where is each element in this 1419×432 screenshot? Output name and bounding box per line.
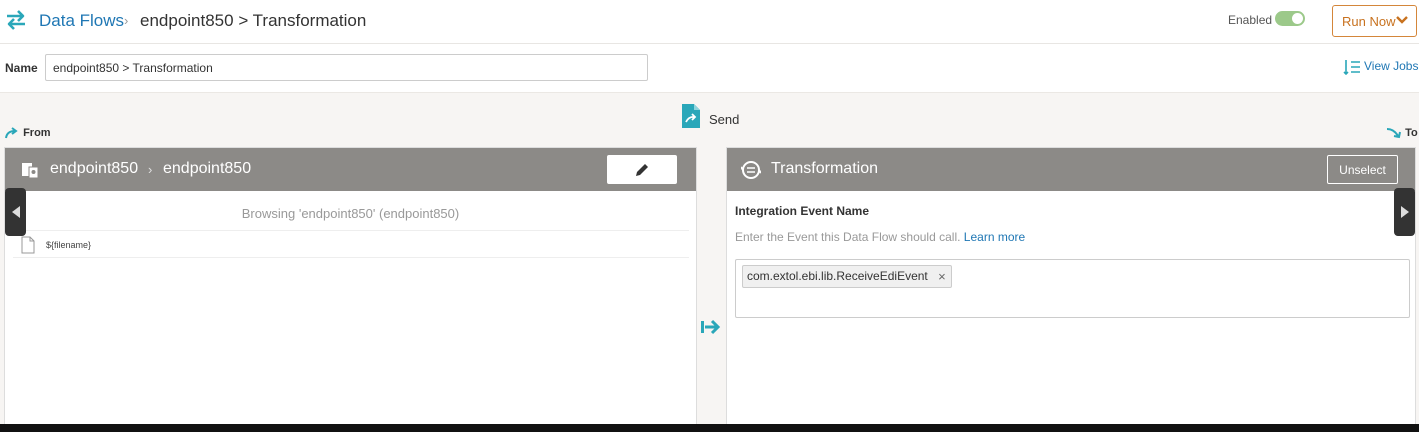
help-text: Enter the Event this Data Flow should ca… — [735, 230, 961, 244]
send-document-icon — [682, 104, 700, 128]
triangle-left-icon — [12, 206, 20, 218]
pencil-icon — [636, 164, 648, 176]
run-now-button[interactable]: Run Now — [1332, 5, 1417, 37]
learn-more-link[interactable]: Learn more — [964, 230, 1025, 244]
integration-event-help: Enter the Event this Data Flow should ca… — [735, 230, 1025, 244]
transformation-icon — [741, 161, 761, 179]
endpoint-server-icon — [22, 163, 39, 179]
edit-source-button[interactable] — [607, 155, 677, 184]
run-now-label: Run Now — [1342, 13, 1396, 29]
source-sub-endpoint: endpoint850 — [163, 160, 252, 177]
to-text: To — [1405, 127, 1418, 139]
target-panel-header: Transformation Unselect — [727, 148, 1415, 191]
source-panel-header: endpoint850 › endpoint850 — [5, 148, 696, 191]
to-label: To — [1386, 127, 1418, 139]
event-tag: com.extol.ebi.lib.ReceiveEdiEvent × — [742, 265, 952, 288]
swap-arrows-icon — [7, 10, 25, 30]
from-label: From — [4, 127, 51, 139]
top-bar: Data Flows › endpoint850 > Transformatio… — [0, 0, 1419, 44]
collapse-right-button[interactable] — [1394, 188, 1415, 236]
enabled-label: Enabled — [1228, 13, 1273, 27]
integration-event-input[interactable]: com.extol.ebi.lib.ReceiveEdiEvent × — [735, 259, 1410, 318]
curved-arrow-down-right-icon — [1386, 128, 1401, 139]
breadcrumb-current: endpoint850 > Transformation — [140, 11, 367, 30]
flow-direction-arrow-icon — [701, 319, 721, 335]
unselect-button[interactable]: Unselect — [1327, 155, 1398, 184]
collapse-left-button[interactable] — [5, 188, 26, 236]
bottom-bar — [0, 424, 1419, 432]
target-panel: Transformation Unselect Integration Even… — [726, 147, 1416, 427]
breadcrumb-chevron-icon: › — [124, 13, 129, 28]
file-row[interactable]: ${filename} — [13, 230, 689, 258]
breadcrumb-data-flows[interactable]: Data Flows — [39, 11, 124, 31]
target-title: Transformation — [771, 160, 878, 177]
source-chevron-icon: › — [148, 162, 153, 177]
remove-tag-icon[interactable]: × — [938, 266, 946, 287]
view-jobs-icon — [1343, 60, 1360, 76]
name-label: Name — [5, 61, 38, 75]
browsing-text: Browsing 'endpoint850' (endpoint850) — [241, 206, 460, 221]
integration-event-label: Integration Event Name — [735, 204, 870, 218]
chevron-down-icon — [1396, 16, 1408, 24]
from-text: From — [23, 127, 51, 139]
curved-arrow-right-icon — [5, 127, 18, 139]
source-panel: endpoint850 › endpoint850 Browsing 'endp… — [4, 147, 697, 427]
view-jobs-label: View Jobs — [1364, 59, 1419, 74]
file-icon — [21, 236, 35, 254]
enabled-toggle[interactable] — [1275, 11, 1305, 26]
file-name: ${filename} — [46, 240, 92, 250]
view-jobs-link[interactable]: View Jobs — [1343, 59, 1419, 76]
name-input[interactable] — [45, 54, 648, 81]
name-row: Name View Jobs — [0, 44, 1419, 93]
event-tag-label: com.extol.ebi.lib.ReceiveEdiEvent — [747, 269, 928, 283]
source-endpoint-name: endpoint850 — [50, 160, 139, 177]
send-label: Send — [709, 112, 740, 127]
triangle-right-icon — [1401, 206, 1409, 218]
flow-canvas: Send From To endpoint850 › endpoint850 B… — [0, 93, 1419, 427]
